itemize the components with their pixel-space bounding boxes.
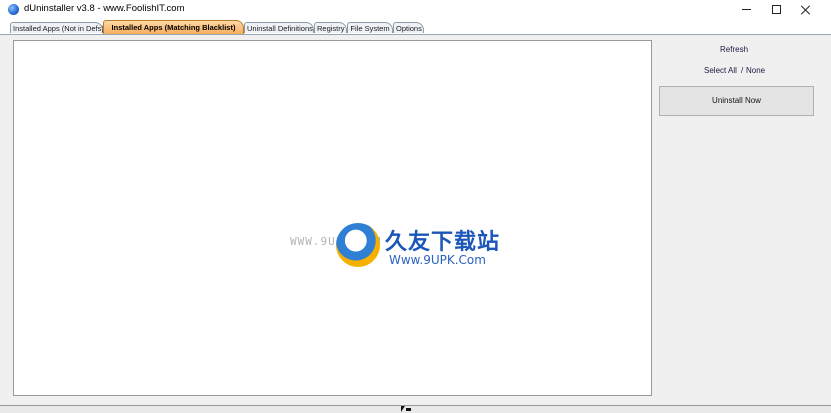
maximize-icon xyxy=(771,5,781,14)
maximize-button[interactable] xyxy=(759,0,793,19)
watermark-cn-text: 久友下载站 xyxy=(385,230,501,255)
window-title: dUninstaller v3.8 - www.FoolishIT.com xyxy=(24,3,185,14)
close-icon xyxy=(801,5,811,15)
mouse-cursor-tail-icon xyxy=(406,408,411,411)
watermark-en-text: Www.9UPK.Com xyxy=(389,253,486,267)
app-globe-icon xyxy=(8,4,19,15)
tab-registry[interactable]: Registry xyxy=(314,22,347,33)
title-bar: dUninstaller v3.8 - www.FoolishIT.com xyxy=(0,0,831,19)
uninstall-now-button[interactable]: Uninstall Now xyxy=(659,86,814,116)
watermark-logo: WWW.9UPK.COM 久友下载站 Www.9UPK.Com xyxy=(290,223,530,275)
apps-list[interactable]: WWW.9UPK.COM 久友下载站 Www.9UPK.Com xyxy=(13,40,652,396)
watermark-logo-icon xyxy=(336,223,380,267)
minimize-button[interactable] xyxy=(729,0,763,19)
tab-installed-apps-not-in-defs[interactable]: Installed Apps (Not in Defs) xyxy=(10,22,104,33)
tab-uninstall-definitions[interactable]: Uninstall Definitions xyxy=(244,22,314,33)
select-separator: / xyxy=(741,66,744,75)
select-none-link[interactable]: None xyxy=(746,66,765,75)
select-all-link[interactable]: Select All xyxy=(704,66,737,75)
minimize-icon xyxy=(741,9,751,10)
close-button[interactable] xyxy=(789,0,823,19)
tab-strip: Installed Apps (Not in Defs) Uninstall D… xyxy=(0,19,831,35)
tab-installed-apps-matching-blacklist[interactable]: Installed Apps (Matching Blacklist) xyxy=(103,20,244,34)
tab-file-system[interactable]: File System xyxy=(347,22,393,33)
tab-options[interactable]: Options xyxy=(393,22,424,33)
refresh-link[interactable]: Refresh xyxy=(720,45,748,54)
